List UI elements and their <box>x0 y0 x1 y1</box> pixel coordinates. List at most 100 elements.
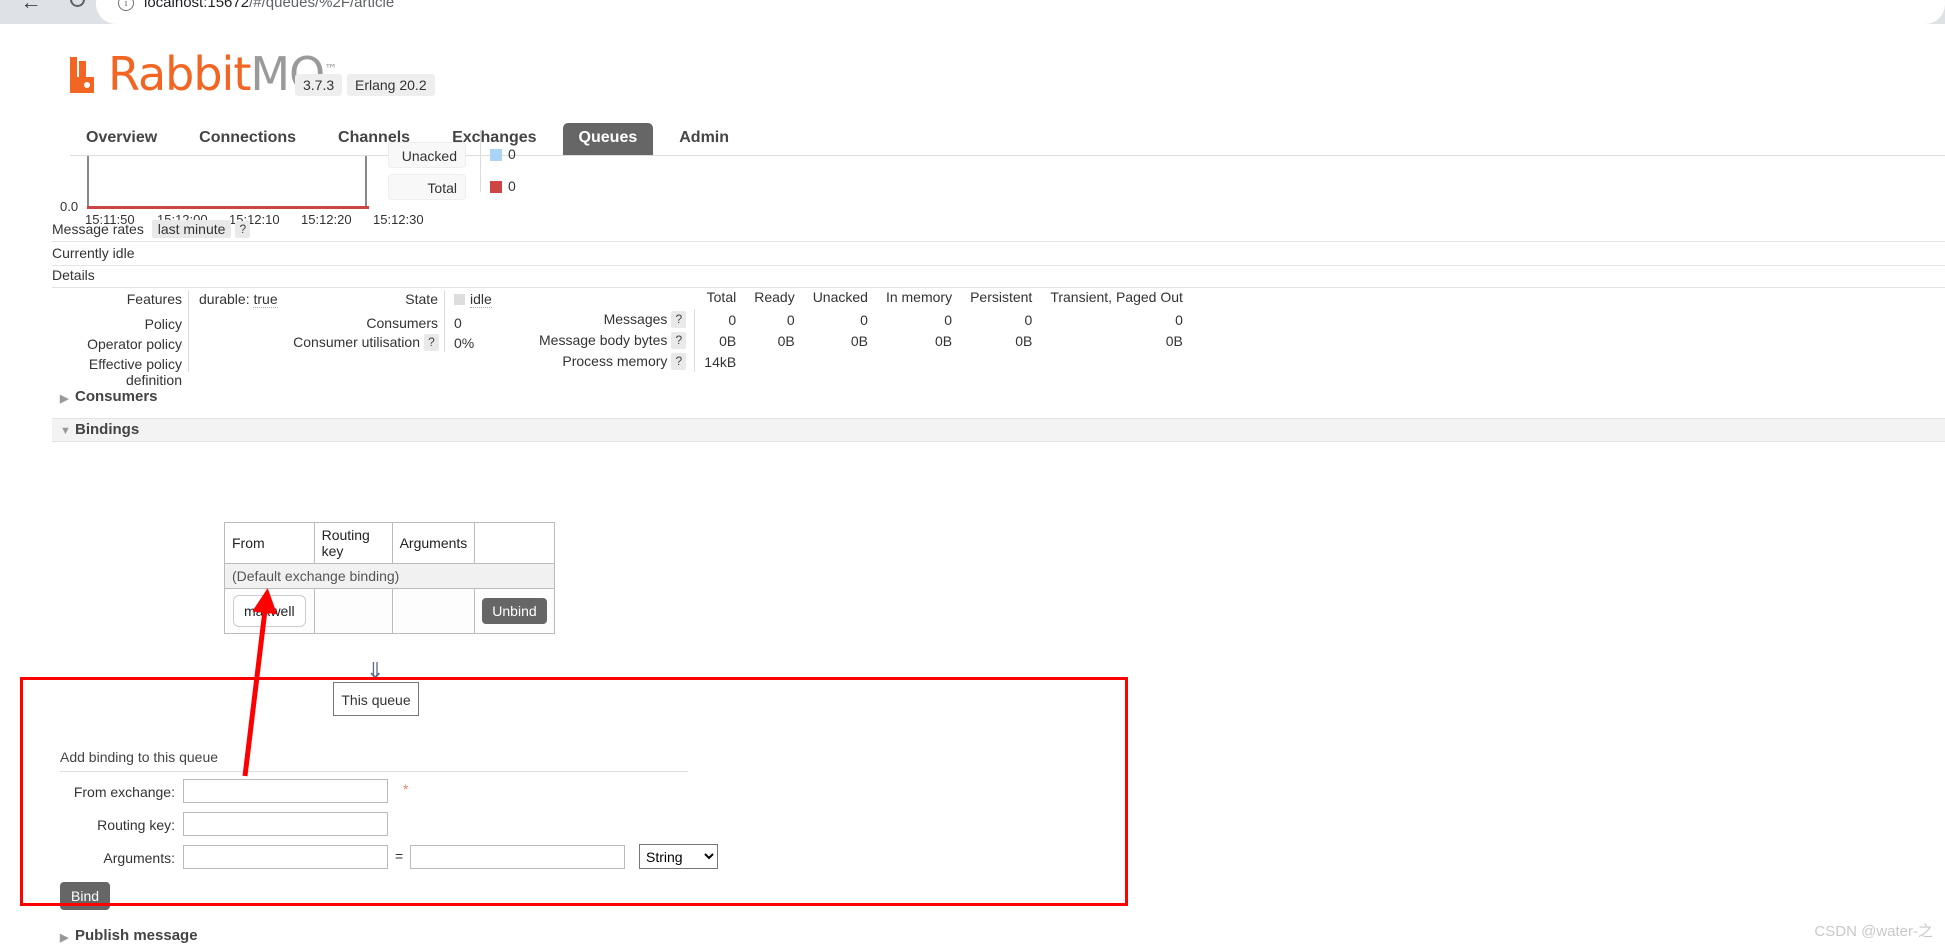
stats-col-ready: Ready <box>754 289 795 305</box>
details-value-state-text: idle <box>470 291 492 308</box>
address-bar[interactable]: i localhost:15672/#/queues/%2F/article <box>96 0 1945 24</box>
info-icon[interactable]: i <box>118 0 134 11</box>
chart-xtick-4: 15:12:30 <box>373 212 424 227</box>
stats-messages-ready: 0 <box>786 311 795 328</box>
details-label-policy: Policy <box>144 316 182 332</box>
stats-label-messages: Messages ? <box>530 309 696 330</box>
queue-stats-table: Total Ready Unacked In memory Persistent… <box>530 289 1192 372</box>
details-left-divider <box>188 290 189 372</box>
state-swatch-icon <box>454 294 465 305</box>
bindings-cell-routing-key <box>313 588 393 634</box>
details-value-features-text: true <box>253 291 278 308</box>
details-label-consumers: Consumers <box>366 315 438 331</box>
chart-legend: Unacked 0 Total 0 <box>388 130 588 206</box>
chart-ytick-0: 0.0 <box>60 199 79 214</box>
routing-key-input[interactable] <box>183 812 388 836</box>
bindings-cell-arguments <box>391 588 476 634</box>
details-heading: Details <box>52 267 95 283</box>
consumer-utilisation-help-icon[interactable]: ? <box>424 334 439 351</box>
from-exchange-input[interactable] <box>183 779 388 803</box>
arguments-label: Arguments: <box>103 850 175 866</box>
stats-col-transient-paged-out: Transient, Paged Out <box>1050 289 1183 305</box>
nav-item-connections[interactable]: Connections <box>183 123 312 155</box>
stats-bytes-in-memory: 0B <box>934 332 953 349</box>
rabbitmq-logo-icon <box>70 57 94 93</box>
section-bindings[interactable]: ▼ Bindings <box>52 418 1945 442</box>
stats-label-message-body-bytes: Message body bytes ? <box>530 330 696 351</box>
arguments-value-input[interactable] <box>410 845 625 869</box>
bindings-col-from: From <box>224 522 315 564</box>
stats-bytes-ready: 0B <box>777 332 795 349</box>
add-binding-title: Add binding to this queue <box>60 749 219 765</box>
wordmark-rabbit: Rabbit <box>108 47 251 101</box>
chevron-down-icon: ▼ <box>60 425 71 437</box>
table-row: maxwell Unbind <box>224 588 555 634</box>
address-bar-text: localhost:15672/#/queues/%2F/article <box>144 0 394 11</box>
details-label-operator-policy: Operator policy <box>87 336 182 352</box>
reload-icon[interactable] <box>62 0 92 14</box>
legend-label-total: Total <box>388 174 466 200</box>
idle-divider <box>52 265 1945 266</box>
routing-key-label: Routing key: <box>97 817 175 833</box>
details-divider <box>52 287 1945 288</box>
bindings-col-actions <box>474 522 555 564</box>
bind-button[interactable]: Bind <box>60 882 111 910</box>
nav-item-overview[interactable]: Overview <box>70 123 173 155</box>
stats-col-persistent: Persistent <box>970 289 1033 305</box>
bindings-header-row: From Routing key Arguments <box>224 522 555 564</box>
bindings-col-routing-key: Routing key <box>313 522 393 564</box>
csdn-watermark: CSDN @water-之 <box>1814 923 1933 940</box>
stats-bytes-total: 0B <box>719 332 737 349</box>
details-label-state: State <box>405 291 438 307</box>
stats-label-process-memory-text: Process memory <box>562 353 668 369</box>
section-publish-message[interactable]: ▶ Publish message <box>52 927 1945 949</box>
bindings-cell-action: Unbind <box>474 588 555 634</box>
section-consumers-label: Consumers <box>75 388 158 405</box>
details-value-consumer-utilisation: 0% <box>454 335 475 351</box>
unbind-button[interactable]: Unbind <box>482 598 547 624</box>
process-memory-help-icon[interactable]: ? <box>671 353 687 370</box>
stats-row-message-body-bytes: Message body bytes ? 0B 0B 0B 0B 0B 0B <box>530 330 1192 351</box>
stats-process-memory-total: 14kB <box>704 353 737 370</box>
bindings-cell-from: maxwell <box>224 588 315 634</box>
details-label-effective-policy-definition: Effective policy definition <box>88 356 182 388</box>
details-label-features: Features <box>126 291 182 307</box>
stats-messages-unacked: 0 <box>860 311 868 328</box>
message-rates-help-icon[interactable]: ? <box>235 221 251 238</box>
messages-help-icon[interactable]: ? <box>671 311 687 328</box>
stats-label-process-memory: Process memory ? <box>530 351 696 372</box>
stats-label-messages-text: Messages <box>603 311 668 327</box>
legend-swatch-unacked <box>490 149 502 161</box>
details-value-consumers: 0 <box>454 315 462 331</box>
stats-row-process-memory: Process memory ? 14kB <box>530 351 1192 372</box>
chart-plot-area <box>87 156 367 208</box>
back-arrow-icon[interactable]: ← <box>14 0 48 20</box>
legend-row-total[interactable]: Total 0 <box>388 174 588 201</box>
section-consumers[interactable]: ▶ Consumers <box>52 388 1945 410</box>
url-host: localhost:15672 <box>144 0 250 11</box>
legend-row-unacked[interactable]: Unacked 0 <box>388 142 588 169</box>
stats-messages-persistent: 0 <box>1024 311 1033 328</box>
chart-series-total-line <box>87 206 369 209</box>
stats-col-unacked: Unacked <box>812 289 868 305</box>
stats-row-messages: Messages ? 0 0 0 0 0 0 <box>530 309 1192 330</box>
arguments-type-select[interactable]: String <box>639 844 718 869</box>
stats-col-total: Total <box>706 289 737 305</box>
legend-value-total: 0 <box>508 178 516 194</box>
message-rates-divider <box>52 241 1945 242</box>
section-publish-message-label: Publish message <box>75 927 198 944</box>
stats-header-row: Total Ready Unacked In memory Persistent… <box>530 289 1192 309</box>
arguments-equals-sign: = <box>395 848 404 864</box>
message-rates-period[interactable]: last minute <box>151 220 232 238</box>
bindings-default-exchange-text: (Default exchange binding) <box>224 563 555 589</box>
nav-item-admin[interactable]: Admin <box>663 123 745 155</box>
arguments-key-input[interactable] <box>183 845 388 869</box>
binding-source-link-maxwell[interactable]: maxwell <box>233 595 306 627</box>
chevron-right-icon-publish: ▶ <box>60 932 69 944</box>
bindings-default-row: (Default exchange binding) <box>224 563 555 589</box>
message-body-bytes-help-icon[interactable]: ? <box>671 332 687 349</box>
bindings-table: From Routing key Arguments (Default exch… <box>224 522 555 634</box>
stats-bytes-persistent: 0B <box>1015 332 1033 349</box>
details-value-state: idle <box>454 291 492 308</box>
browser-toolbar: ← i localhost:15672/#/queues/%2F/article <box>0 0 1945 24</box>
